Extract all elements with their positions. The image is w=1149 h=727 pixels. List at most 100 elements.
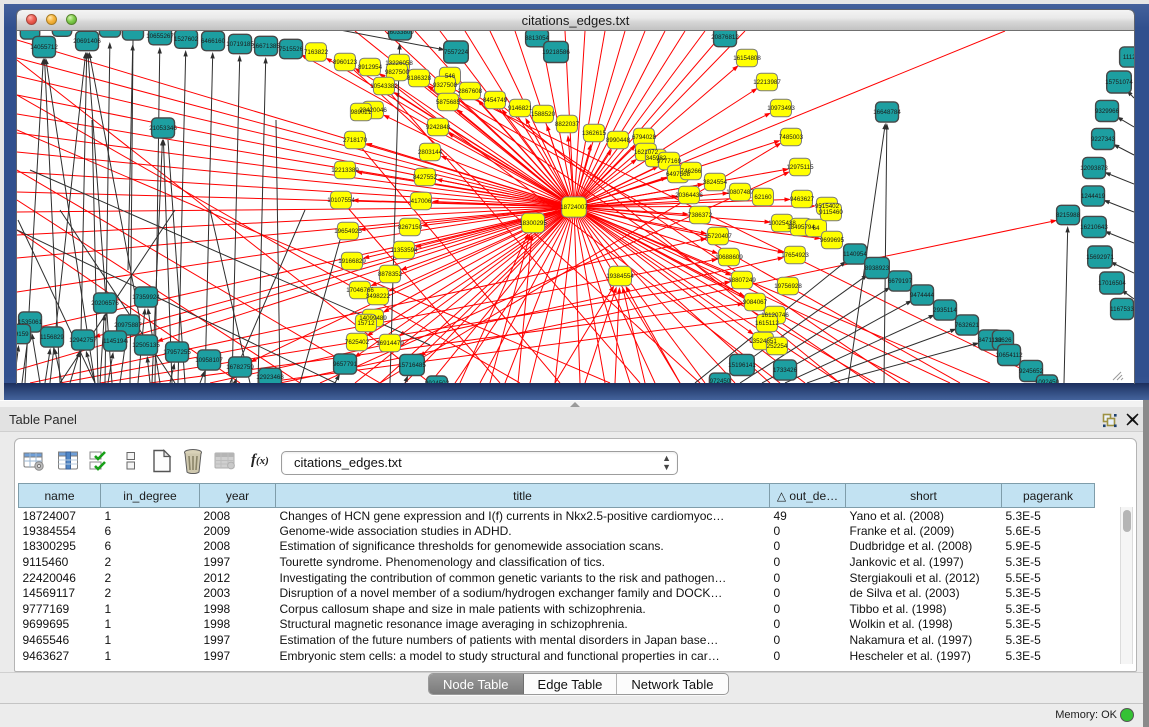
svg-text:10543382: 10543382 — [370, 83, 398, 90]
svg-text:9227343: 9227343 — [1091, 136, 1116, 143]
svg-text:10973493: 10973493 — [767, 105, 795, 112]
svg-text:7386372: 7386372 — [688, 212, 713, 219]
svg-text:19384554: 19384554 — [606, 273, 634, 280]
svg-text:9146821: 9146821 — [508, 105, 533, 112]
svg-text:16914479: 16914479 — [376, 340, 404, 347]
svg-text:17016504: 17016504 — [1098, 280, 1126, 287]
svg-text:1588520: 1588520 — [531, 111, 556, 118]
svg-text:2718170: 2718170 — [343, 137, 368, 144]
svg-text:1527602: 1527602 — [174, 36, 199, 43]
svg-text:20364436: 20364436 — [675, 192, 703, 199]
svg-text:12923468: 12923468 — [256, 374, 284, 381]
svg-text:1092450: 1092450 — [1035, 379, 1060, 383]
svg-text:989021: 989021 — [351, 109, 372, 116]
svg-text:15196141: 15196141 — [728, 362, 756, 369]
svg-text:18495794: 18495794 — [787, 224, 815, 231]
svg-text:8813054: 8813054 — [525, 35, 550, 42]
svg-text:8938923: 8938923 — [865, 265, 890, 272]
svg-text:9474444: 9474444 — [910, 292, 935, 299]
svg-text:12505135: 12505135 — [132, 342, 160, 349]
svg-text:8912954: 8912954 — [358, 64, 383, 71]
svg-text:15712: 15712 — [357, 320, 375, 327]
svg-text:8215988: 8215988 — [1056, 212, 1081, 219]
svg-text:1535061: 1535061 — [18, 319, 43, 326]
svg-text:7625402: 7625402 — [345, 339, 370, 346]
svg-text:20206576: 20206576 — [91, 300, 119, 307]
svg-text:8454749: 8454749 — [483, 97, 508, 104]
svg-text:7515526: 7515526 — [279, 46, 304, 53]
svg-text:10958107: 10958107 — [195, 357, 223, 364]
svg-text:9924502: 9924502 — [425, 380, 450, 383]
svg-text:20691406: 20691406 — [73, 38, 101, 45]
svg-text:13226058: 13226058 — [385, 60, 413, 67]
svg-text:16210643: 16210643 — [1080, 224, 1108, 231]
svg-text:1140954: 1140954 — [843, 251, 867, 258]
svg-text:17359924: 17359924 — [132, 294, 160, 301]
svg-text:9327508: 9327508 — [433, 82, 458, 89]
svg-text:20975887: 20975887 — [114, 322, 142, 329]
svg-text:8186328: 8186328 — [407, 75, 432, 82]
svg-text:8878352: 8878352 — [378, 271, 403, 278]
svg-text:19654925: 19654925 — [334, 228, 362, 235]
svg-text:9699695: 9699695 — [820, 237, 845, 244]
svg-text:1167533: 1167533 — [1110, 306, 1134, 313]
svg-text:11123: 11123 — [1123, 54, 1134, 61]
svg-text:18300295: 18300295 — [519, 220, 547, 227]
svg-text:8822037: 8822037 — [555, 121, 580, 128]
svg-text:16033809: 16033809 — [386, 31, 414, 36]
svg-text:6679197: 6679197 — [888, 278, 913, 285]
svg-text:19756928: 19756928 — [774, 283, 802, 290]
svg-text:14055712: 14055712 — [30, 44, 58, 51]
svg-text:16154808: 16154808 — [733, 55, 761, 62]
svg-text:9463627: 9463627 — [790, 196, 815, 203]
svg-text:19218586: 19218586 — [542, 49, 570, 56]
svg-text:10655267: 10655267 — [146, 33, 174, 40]
svg-text:16782759: 16782759 — [226, 364, 254, 371]
svg-text:12213389: 12213389 — [331, 167, 359, 174]
svg-text:10719185: 10719185 — [226, 41, 254, 48]
svg-text:9657791: 9657791 — [333, 361, 358, 368]
svg-text:6794028: 6794028 — [632, 134, 657, 141]
svg-text:1145194: 1145194 — [103, 338, 127, 345]
svg-text:21053346: 21053346 — [149, 125, 177, 132]
svg-text:12942757: 12942757 — [69, 337, 97, 344]
svg-text:7485003: 7485003 — [779, 134, 804, 141]
svg-text:15720407: 15720407 — [704, 233, 732, 240]
svg-text:6466160: 6466160 — [201, 38, 226, 45]
svg-text:10654112: 10654112 — [995, 352, 1023, 359]
svg-text:9827500: 9827500 — [385, 69, 410, 76]
svg-text:15716485: 15716485 — [398, 362, 426, 369]
svg-text:19166829: 19166829 — [338, 258, 366, 265]
svg-text:1733426: 1733426 — [773, 367, 798, 374]
svg-text:12093873: 12093873 — [1080, 165, 1108, 172]
svg-text:9115460: 9115460 — [819, 209, 843, 216]
svg-text:20876812: 20876812 — [711, 34, 739, 41]
svg-text:8960123: 8960123 — [333, 59, 358, 66]
svg-text:16671385: 16671385 — [252, 43, 280, 50]
svg-text:18626: 18626 — [994, 337, 1012, 344]
svg-text:12975115: 12975115 — [786, 164, 814, 171]
svg-text:1362615: 1362615 — [582, 130, 607, 137]
svg-text:8267150: 8267150 — [398, 224, 423, 231]
svg-text:8990448: 8990448 — [606, 137, 631, 144]
svg-text:252254: 252254 — [767, 343, 788, 350]
svg-text:1244419: 1244419 — [1081, 193, 1106, 200]
svg-text:17957255: 17957255 — [163, 349, 191, 356]
svg-text:17654923: 17654923 — [781, 252, 809, 259]
svg-text:7632621: 7632621 — [955, 322, 980, 329]
svg-text:10107554: 10107554 — [327, 197, 355, 204]
svg-text:5875685: 5875685 — [436, 99, 461, 106]
svg-text:10688609: 10688609 — [715, 254, 743, 261]
svg-text:10807487: 10807487 — [726, 189, 754, 196]
svg-text:18724007: 18724007 — [560, 204, 588, 211]
svg-text:3824554: 3824554 — [703, 179, 728, 186]
svg-text:9242848: 9242848 — [426, 124, 451, 131]
svg-text:7557224: 7557224 — [444, 49, 469, 56]
svg-text:15751074: 15751074 — [1105, 79, 1133, 86]
svg-text:972450: 972450 — [710, 378, 731, 383]
svg-text:12213987: 12213987 — [753, 79, 781, 86]
svg-text:64: 64 — [813, 225, 820, 232]
svg-text:16120746: 16120746 — [761, 312, 789, 319]
svg-text:7163822: 7163822 — [304, 49, 329, 56]
svg-text:18807249: 18807249 — [728, 277, 756, 284]
